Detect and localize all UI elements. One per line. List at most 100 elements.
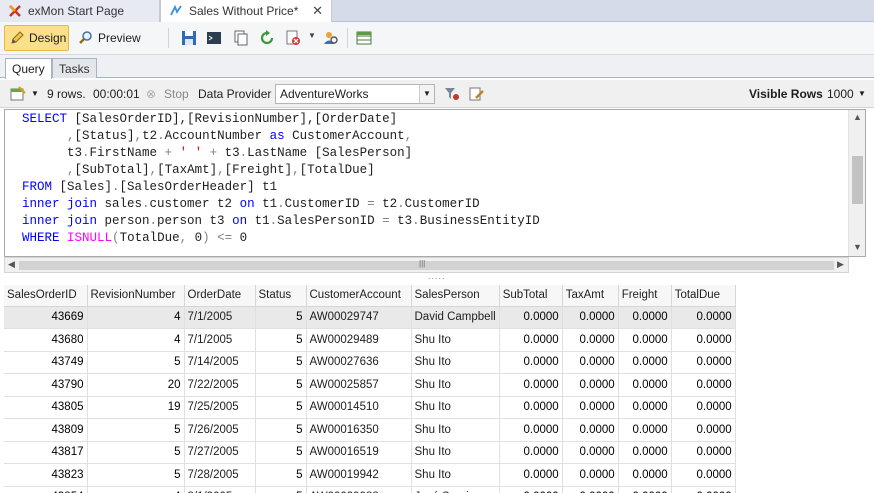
grid-cell[interactable]: 0.0000 xyxy=(562,463,619,487)
scroll-left-icon[interactable]: ◀ xyxy=(8,259,15,270)
table-row[interactable]: 43817 5 7/27/2005 5 AW00016519 Shu Ito 0.0000 0… xyxy=(4,441,736,464)
grid-cell[interactable]: 0.0000 xyxy=(562,486,619,493)
grid-cell[interactable]: AW00029988 xyxy=(306,486,412,493)
grid-cell[interactable]: 0.0000 xyxy=(562,351,619,374)
grid-cell[interactable]: 0.0000 xyxy=(562,328,619,352)
filter-settings-icon[interactable] xyxy=(444,86,460,102)
table-row[interactable]: 43823 5 7/28/2005 5 AW00019942 Shu Ito 0.0000 0… xyxy=(4,463,736,487)
stop-document-icon[interactable] xyxy=(285,30,301,46)
column-header[interactable]: SalesOrderID xyxy=(4,285,88,307)
grid-cell[interactable]: 4 xyxy=(87,486,185,493)
grid-cell[interactable]: Shu Ito xyxy=(411,418,500,442)
grid-cell[interactable]: 0.0000 xyxy=(671,441,736,464)
grid-cell[interactable]: 5 xyxy=(255,441,307,464)
design-button[interactable]: Design xyxy=(4,25,69,51)
grid-cell[interactable]: 43817 xyxy=(4,441,88,464)
grid-cell[interactable]: 20 xyxy=(87,373,185,397)
grid-cell[interactable]: AW00014510 xyxy=(306,396,412,419)
stop-icon[interactable]: ⊗ xyxy=(146,87,156,101)
grid-cell[interactable]: 0.0000 xyxy=(562,396,619,419)
grid-cell[interactable]: 0.0000 xyxy=(499,306,563,329)
grid-cell[interactable]: 7/1/2005 xyxy=(184,306,256,329)
chevron-down-icon[interactable]: ▼ xyxy=(419,85,434,103)
column-header[interactable]: SalesPerson xyxy=(411,285,500,307)
table-row[interactable]: 4385448/1/20055AW00029988José Saraiva0.0… xyxy=(4,486,736,493)
grid-cell[interactable]: Shu Ito xyxy=(411,351,500,374)
grid-cell[interactable]: 43669 xyxy=(4,306,88,329)
grid-cell[interactable]: 8/1/2005 xyxy=(184,486,256,493)
close-icon[interactable]: ✕ xyxy=(312,3,323,19)
editor-horizontal-scrollbar[interactable]: ◀ ||| ▶ xyxy=(4,257,849,273)
grid-cell[interactable]: 0.0000 xyxy=(618,351,672,374)
grid-cell[interactable]: 19 xyxy=(87,396,185,419)
grid-cell[interactable]: 0.0000 xyxy=(499,328,563,352)
column-header[interactable]: Freight xyxy=(618,285,672,307)
grid-cell[interactable]: Shu Ito xyxy=(411,396,500,419)
scroll-right-icon[interactable]: ▶ xyxy=(837,259,844,270)
run-dropdown-icon[interactable]: ▼ xyxy=(31,89,39,98)
grid-cell[interactable]: 0.0000 xyxy=(562,306,619,329)
grid-cell[interactable]: 0.0000 xyxy=(499,396,563,419)
grid-cell[interactable]: 5 xyxy=(255,306,307,329)
console-icon[interactable] xyxy=(206,30,222,46)
grid-cell[interactable]: 0.0000 xyxy=(618,441,672,464)
scroll-thumb[interactable] xyxy=(19,261,834,270)
grid-cell[interactable]: 5 xyxy=(255,486,307,493)
grid-cell[interactable]: 0.0000 xyxy=(671,463,736,487)
grid-cell[interactable]: 0.0000 xyxy=(671,373,736,397)
grid-cell[interactable]: 0.0000 xyxy=(562,441,619,464)
grid-cell[interactable]: 7/27/2005 xyxy=(184,441,256,464)
column-header[interactable]: TotalDue xyxy=(671,285,736,307)
grid-cell[interactable]: 7/22/2005 xyxy=(184,373,256,397)
grid-cell[interactable]: AW00016519 xyxy=(306,441,412,464)
grid-cell[interactable]: 0.0000 xyxy=(499,463,563,487)
grid-cell[interactable]: 0.0000 xyxy=(671,486,736,493)
grid-cell[interactable]: Shu Ito xyxy=(411,328,500,352)
tab-sales-without-price[interactable]: Sales Without Price* ✕ xyxy=(160,0,332,22)
grid-cell[interactable]: 0.0000 xyxy=(618,486,672,493)
visible-rows-select[interactable]: 1000 xyxy=(827,87,854,101)
grid-cell[interactable]: 7/1/2005 xyxy=(184,328,256,352)
grid-cell[interactable]: 5 xyxy=(87,351,185,374)
scroll-down-icon[interactable]: ▼ xyxy=(853,242,862,252)
grid-cell[interactable]: 5 xyxy=(255,351,307,374)
grid-cell[interactable]: AW00016350 xyxy=(306,418,412,442)
grid-cell[interactable]: 43805 xyxy=(4,396,88,419)
grid-cell[interactable]: David Campbell xyxy=(411,306,500,329)
column-header[interactable]: OrderDate xyxy=(184,285,256,307)
tab-tasks[interactable]: Tasks xyxy=(52,58,97,78)
grid-cell[interactable]: 7/14/2005 xyxy=(184,351,256,374)
tab-start-page[interactable]: exMon Start Page xyxy=(0,0,160,22)
refresh-icon[interactable] xyxy=(259,30,275,46)
execute-query-icon[interactable] xyxy=(10,86,26,102)
scroll-thumb[interactable] xyxy=(852,156,863,204)
grid-cell[interactable]: 0.0000 xyxy=(618,306,672,329)
grid-cell[interactable]: AW00019942 xyxy=(306,463,412,487)
grid-view-icon[interactable] xyxy=(356,30,372,46)
grid-cell[interactable]: 4 xyxy=(87,328,185,352)
grid-cell[interactable]: 0.0000 xyxy=(499,486,563,493)
column-header[interactable]: RevisionNumber xyxy=(87,285,185,307)
grid-cell[interactable]: AW00029489 xyxy=(306,328,412,352)
table-row[interactable]: 43809 5 7/26/2005 5 AW00016350 Shu Ito 0.0000 0… xyxy=(4,418,736,442)
column-header[interactable]: CustomerAccount xyxy=(306,285,412,307)
grid-cell[interactable]: 5 xyxy=(255,396,307,419)
grid-cell[interactable]: 7/28/2005 xyxy=(184,463,256,487)
table-row[interactable]: 43680 4 7/1/2005 5 AW00029489 Shu Ito 0.0000 0.… xyxy=(4,328,736,352)
scroll-up-icon[interactable]: ▲ xyxy=(853,112,862,122)
grid-cell[interactable]: AW00027636 xyxy=(306,351,412,374)
pane-splitter[interactable]: ..... xyxy=(0,271,874,285)
grid-cell[interactable]: 0.0000 xyxy=(562,418,619,442)
grid-cell[interactable]: 5 xyxy=(87,418,185,442)
tab-query[interactable]: Query xyxy=(5,58,52,79)
save-icon[interactable] xyxy=(181,30,197,46)
grid-cell[interactable]: 0.0000 xyxy=(562,373,619,397)
chevron-down-icon[interactable]: ▼ xyxy=(858,89,866,98)
grid-cell[interactable]: 5 xyxy=(255,418,307,442)
edit-query-icon[interactable] xyxy=(469,86,485,102)
grid-cell[interactable]: 0.0000 xyxy=(499,373,563,397)
grid-cell[interactable]: 7/26/2005 xyxy=(184,418,256,442)
grid-cell[interactable]: 0.0000 xyxy=(671,351,736,374)
column-header[interactable]: Status xyxy=(255,285,307,307)
column-header[interactable]: TaxAmt xyxy=(562,285,619,307)
